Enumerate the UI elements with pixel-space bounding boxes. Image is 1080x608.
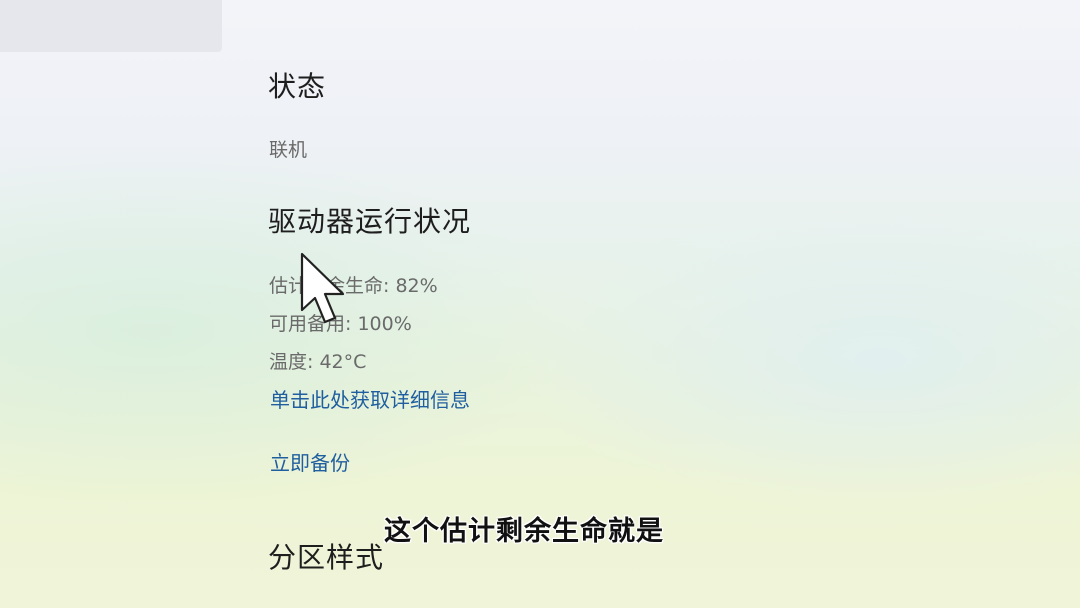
drive-health-heading: 驱动器运行状况: [268, 205, 472, 238]
backup-now-link[interactable]: 立即备份: [270, 447, 350, 476]
status-heading: 状态: [268, 70, 327, 103]
status-value: 联机: [269, 139, 308, 161]
temperature-label: 温度: 42°C: [269, 351, 367, 373]
estimated-life-label: 估计剩余生命: 82%: [269, 275, 438, 297]
details-link[interactable]: 单击此处获取详细信息: [270, 384, 470, 413]
video-caption: 这个估计剩余生命就是: [384, 516, 664, 547]
partition-style-heading: 分区样式: [268, 541, 385, 574]
mouse-pointer-icon: [300, 252, 345, 324]
sidebar-search-box[interactable]: [0, 0, 222, 52]
